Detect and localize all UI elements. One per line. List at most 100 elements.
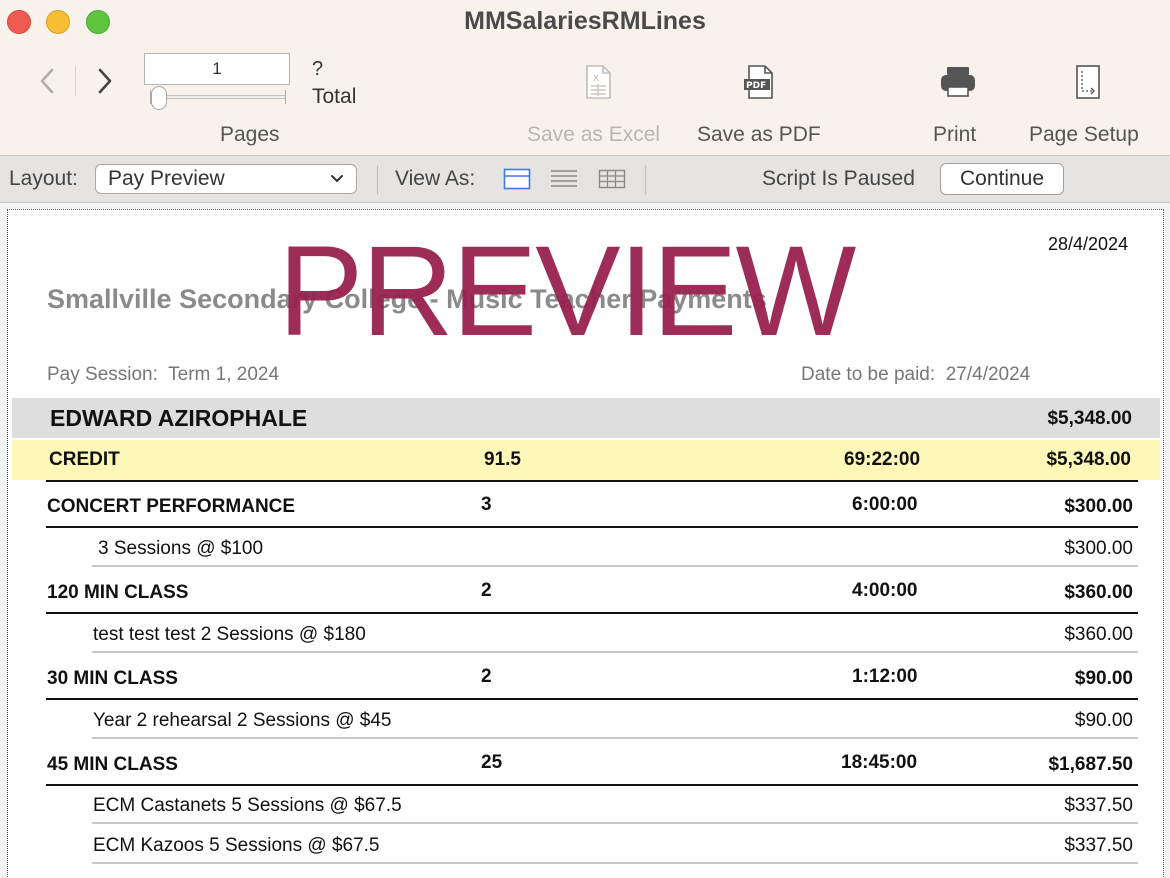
next-page-button[interactable]: [92, 64, 118, 98]
row-divider: [46, 698, 1138, 700]
pay-session-label: Pay Session:: [47, 364, 158, 385]
pages-label: Pages: [220, 123, 280, 146]
category-row: 120 MIN CLASS 2 4:00:00 $360.00: [8, 574, 1163, 614]
credit-amount: $5,348.00: [1046, 449, 1131, 470]
line-divider: [92, 651, 1138, 653]
line-item: 3 Sessions @ $100 $300.00: [8, 530, 1163, 570]
line-description: ECM Kazoos 5 Sessions @ $67.5: [93, 835, 380, 856]
window-toolbar: MMSalariesRMLines 1 ? Total Pages X Save…: [0, 0, 1170, 155]
date-paid-value: 27/4/2024: [945, 364, 1031, 385]
previous-page-button[interactable]: [34, 64, 60, 98]
view-as-form-icon[interactable]: [503, 167, 531, 191]
window-title: MMSalariesRMLines: [464, 7, 706, 35]
total-label: Total: [312, 85, 357, 108]
category-time: 6:00:00: [852, 494, 918, 515]
row-divider: [46, 526, 1138, 528]
slider-tick: [285, 90, 286, 104]
row-divider: [46, 784, 1138, 786]
chevron-left-icon: [40, 68, 54, 94]
line-item: ECM Castanets 5 Sessions @ $67.5 $337.50: [8, 787, 1163, 827]
pdf-icon: PDF: [740, 62, 780, 102]
category-amount: $90.00: [1074, 668, 1133, 689]
category-time: 18:45:00: [841, 752, 918, 773]
layout-label: Layout:: [9, 167, 78, 190]
category-amount: $1,687.50: [1048, 754, 1133, 775]
category-name: 120 MIN CLASS: [47, 582, 189, 603]
svg-text:PDF: PDF: [746, 81, 766, 91]
date-to-be-paid: Date to be paid: 27/4/2024: [801, 364, 1030, 386]
category-time: 1:12:00: [852, 666, 918, 687]
printer-icon: [938, 62, 978, 102]
save-as-pdf-button[interactable]: Save as PDF: [697, 123, 821, 147]
page-setup-icon: [1068, 62, 1108, 102]
line-description: ECM Castanets 5 Sessions @ $67.5: [93, 795, 402, 816]
line-item: test test test 2 Sessions @ $180 $360.00: [8, 616, 1163, 656]
row-divider: [46, 612, 1138, 614]
category-name: 45 MIN CLASS: [47, 754, 178, 775]
chevron-down-icon: [331, 175, 343, 182]
line-description: Year 2 rehearsal 2 Sessions @ $45: [93, 710, 392, 731]
line-amount: $90.00: [1074, 710, 1133, 731]
page-setup-button[interactable]: Page Setup: [1029, 123, 1139, 147]
category-count: 25: [481, 752, 503, 773]
credit-time: 69:22:00: [844, 449, 921, 470]
line-amount: $360.00: [1064, 624, 1133, 645]
category-row: CONCERT PERFORMANCE 3 6:00:00 $300.00: [8, 488, 1163, 528]
category-count: 3: [481, 494, 492, 515]
line-divider: [92, 737, 1138, 739]
print-button[interactable]: Print: [933, 123, 976, 147]
line-item: Year 2 rehearsal 2 Sessions @ $45 $90.00: [8, 702, 1163, 742]
pay-session-value: Term 1, 2024: [168, 364, 280, 385]
report-date: 28/4/2024: [1048, 234, 1129, 254]
category-row: 45 MIN CLASS 25 18:45:00 $1,687.50: [8, 746, 1163, 786]
layout-dropdown[interactable]: Pay Preview: [95, 164, 357, 194]
category-amount: $360.00: [1064, 582, 1133, 603]
page-slider-track[interactable]: [150, 95, 286, 99]
category-name: 30 MIN CLASS: [47, 668, 178, 689]
line-amount: $337.50: [1064, 795, 1133, 816]
preview-watermark: PREVIEW: [278, 220, 856, 363]
line-amount: $337.50: [1064, 835, 1133, 856]
layout-dropdown-value: Pay Preview: [108, 167, 225, 190]
line-divider: [92, 862, 1138, 864]
line-description: test test test 2 Sessions @ $180: [93, 624, 366, 645]
line-divider: [92, 565, 1138, 567]
report-page: 28/4/2024 Smallville Secondary College -…: [7, 209, 1164, 878]
nav-separator: [75, 66, 76, 96]
layout-bar: Layout: Pay Preview View As: Script Is P…: [0, 155, 1170, 203]
view-as-label: View As:: [395, 167, 476, 190]
report-scroll-area[interactable]: 28/4/2024 Smallville Secondary College -…: [0, 203, 1170, 878]
script-status-label: Script Is Paused: [762, 167, 915, 190]
category-count: 2: [481, 580, 492, 601]
save-as-excel-button[interactable]: Save as Excel: [527, 123, 660, 147]
pay-session: Pay Session: Term 1, 2024: [47, 364, 279, 386]
chevron-right-icon: [98, 68, 112, 94]
line-item: ECM Kazoos 5 Sessions @ $67.5 $337.50: [8, 827, 1163, 867]
credit-row: CREDIT 91.5 69:22:00 $5,348.00: [12, 440, 1160, 480]
date-paid-label: Date to be paid:: [801, 364, 936, 385]
line-amount: $300.00: [1064, 538, 1133, 559]
line-divider: [92, 822, 1138, 824]
row-divider: [46, 480, 1138, 482]
excel-icon: X: [578, 62, 618, 102]
credit-label: CREDIT: [49, 449, 120, 470]
category-time: 4:00:00: [852, 580, 918, 601]
category-count: 2: [481, 666, 492, 687]
employee-total: $5,348.00: [1047, 408, 1132, 429]
category-name: CONCERT PERFORMANCE: [47, 496, 296, 517]
category-row: 30 MIN CLASS 2 1:12:00 $90.00: [8, 660, 1163, 700]
toolbar-separator: [377, 165, 378, 195]
page-slider-thumb[interactable]: [151, 86, 167, 110]
view-as-list-icon[interactable]: [550, 167, 578, 191]
svg-text:X: X: [593, 74, 599, 84]
employee-name: EDWARD AZIROPHALE: [50, 405, 308, 431]
total-pages-value: ?: [312, 58, 324, 80]
continue-button[interactable]: Continue: [940, 163, 1064, 195]
category-amount: $300.00: [1064, 496, 1133, 517]
line-description: 3 Sessions @ $100: [98, 538, 264, 559]
credit-count: 91.5: [484, 449, 521, 470]
view-as-table-icon[interactable]: [598, 167, 626, 191]
employee-header: EDWARD AZIROPHALE $5,348.00: [12, 398, 1160, 438]
page-number-input[interactable]: 1: [144, 53, 290, 85]
toolbar-separator: [645, 165, 646, 195]
